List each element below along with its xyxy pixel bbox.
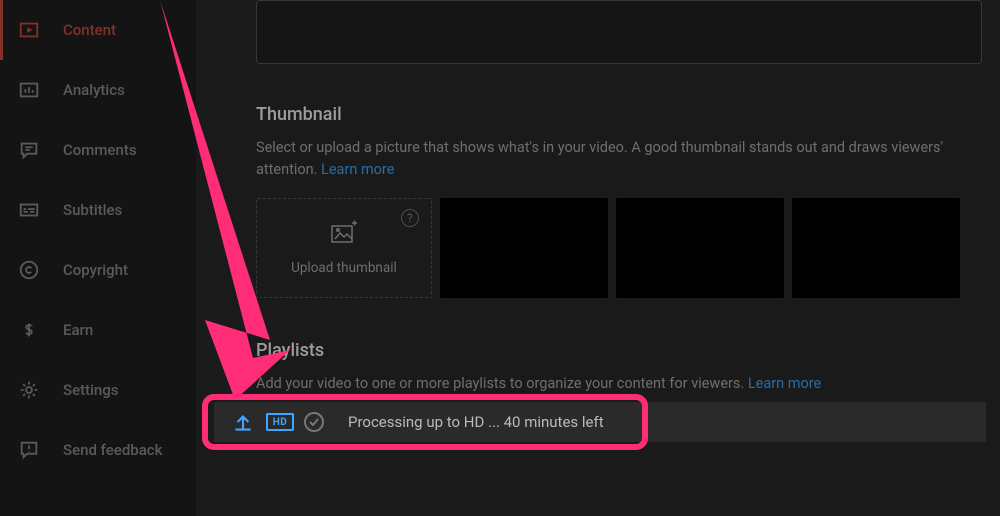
thumbnail-option-2[interactable] [616,198,784,298]
sidebar-item-analytics[interactable]: Analytics [0,60,196,120]
sidebar-item-label: Copyright [63,261,128,279]
help-icon[interactable]: ? [401,209,419,227]
sidebar-item-label: Earn [63,321,93,339]
sidebar-item-settings[interactable]: Settings [0,360,196,420]
thumbnail-learn-more-link[interactable]: Learn more [321,161,394,178]
upload-thumbnail-label: Upload thumbnail [291,260,397,276]
sidebar-item-comments[interactable]: Comments [0,120,196,180]
sidebar-item-label: Comments [63,141,137,159]
image-add-icon [330,220,358,248]
sidebar-item-copyright[interactable]: Copyright [0,240,196,300]
feedback-icon [17,438,41,462]
sidebar: Content Analytics Comments Subtitles [0,0,196,516]
sidebar-item-label: Subtitles [63,201,122,219]
sidebar-item-content[interactable]: Content [0,0,196,60]
dollar-icon [17,318,41,342]
sidebar-item-label: Send feedback [63,441,162,459]
upload-thumbnail-button[interactable]: ? Upload thumbnail [256,198,432,298]
copyright-icon [17,258,41,282]
thumbnail-section-desc: Select or upload a picture that shows wh… [256,137,960,182]
playlists-learn-more-link[interactable]: Learn more [748,375,821,392]
playlists-desc-text: Add your video to one or more playlists … [256,375,748,392]
sidebar-item-feedback[interactable]: Send feedback [0,420,196,480]
processing-bar: HD Processing up to HD ... 40 minutes le… [214,402,986,442]
play-box-icon [17,18,41,42]
upload-arrow-icon [230,409,256,435]
gear-icon [17,378,41,402]
playlists-section-title: Playlists [256,340,960,361]
sidebar-item-earn[interactable]: Earn [0,300,196,360]
check-progress-icon [304,412,324,432]
playlists-section-desc: Add your video to one or more playlists … [256,373,960,395]
thumbnail-option-3[interactable] [792,198,960,298]
comment-icon [17,138,41,162]
sidebar-item-subtitles[interactable]: Subtitles [0,180,196,240]
hd-badge: HD [266,413,294,431]
sidebar-item-label: Analytics [63,81,125,99]
subtitles-icon [17,198,41,222]
thumbnail-row: ? Upload thumbnail [256,198,960,298]
description-textarea[interactable] [256,0,982,64]
bar-chart-icon [17,78,41,102]
thumbnail-section-title: Thumbnail [256,104,960,125]
sidebar-item-label: Content [63,21,116,39]
processing-status-text: Processing up to HD ... 40 minutes left [348,413,604,431]
sidebar-item-label: Settings [63,381,119,399]
thumbnail-option-1[interactable] [440,198,608,298]
